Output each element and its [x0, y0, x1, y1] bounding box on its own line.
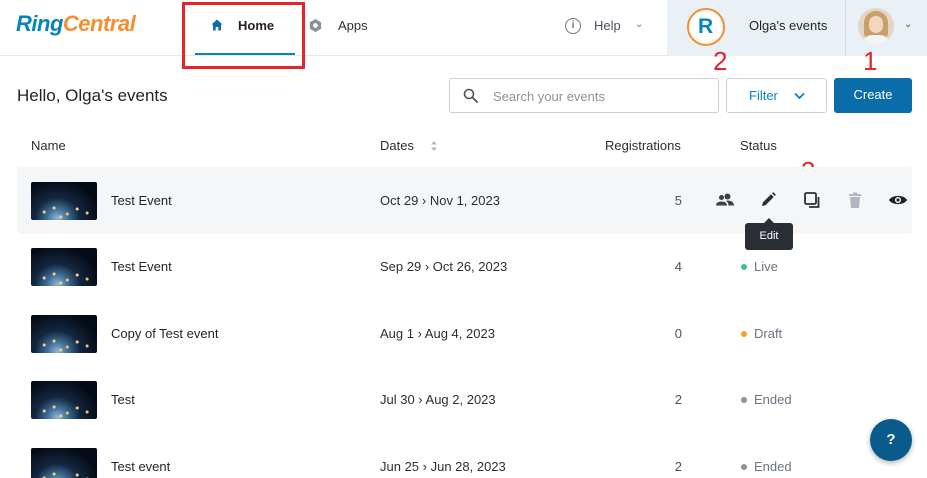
- user-avatar[interactable]: [858, 8, 894, 44]
- sort-icon[interactable]: [430, 140, 438, 152]
- event-registrations: 2: [674, 392, 682, 407]
- nav-tab-apps-label: Apps: [338, 18, 368, 33]
- eye-icon[interactable]: [888, 190, 908, 210]
- nav-tab-apps[interactable]: Apps: [308, 0, 388, 56]
- help-button-label: ?: [886, 431, 896, 448]
- ringcentral-r-logo-icon: R: [687, 8, 725, 46]
- event-thumbnail: [31, 248, 97, 286]
- create-label: Create: [853, 87, 893, 102]
- annotation-number-1: 1: [863, 46, 878, 76]
- status-badge: Draft: [741, 326, 782, 341]
- event-name[interactable]: Test event: [111, 459, 170, 474]
- status-dot: [741, 396, 747, 403]
- status-dot: [741, 263, 747, 270]
- search-icon: [463, 88, 478, 103]
- help-button[interactable]: ?: [870, 419, 912, 461]
- event-name[interactable]: Test Event: [111, 193, 172, 208]
- event-name[interactable]: Test: [111, 392, 135, 407]
- event-dates: Jun 25 › Jun 28, 2023: [380, 459, 506, 474]
- logo-part-ring: Ring: [16, 11, 63, 36]
- chevron-down-icon: [794, 92, 805, 100]
- status-text: Draft: [754, 326, 783, 341]
- table-row[interactable]: Test Event Sep 29 › Oct 26, 2023 4 Live: [17, 233, 912, 300]
- filter-label: Filter: [749, 88, 778, 103]
- annotation-highlight-box: [182, 2, 305, 69]
- table-row[interactable]: Test event Jun 25 › Jun 28, 2023 2 Ended: [17, 433, 912, 478]
- event-thumbnail: [31, 381, 97, 419]
- event-registrations: 0: [674, 326, 682, 341]
- event-name[interactable]: Test Event: [111, 259, 172, 274]
- people-icon[interactable]: [715, 190, 735, 210]
- event-dates: Oct 29 › Nov 1, 2023: [380, 193, 500, 208]
- copy-icon[interactable]: [802, 190, 822, 210]
- logo-part-central: Central: [62, 11, 136, 36]
- status-badge: Ended: [741, 392, 792, 407]
- annotation-number-2: 2: [713, 46, 728, 76]
- status-dot: [741, 330, 747, 337]
- help-menu[interactable]: i Help ⌄: [565, 0, 655, 56]
- trash-icon[interactable]: [845, 190, 865, 210]
- event-registrations: 5: [674, 193, 682, 208]
- status-text: Live: [754, 259, 778, 274]
- help-label: Help: [594, 18, 621, 33]
- search-input[interactable]: [493, 87, 708, 105]
- apps-icon: [309, 18, 322, 33]
- column-header-registrations[interactable]: Registrations: [605, 138, 681, 153]
- event-registrations: 4: [674, 259, 682, 274]
- status-badge: Ended: [741, 459, 792, 474]
- column-header-status[interactable]: Status: [740, 138, 777, 153]
- chevron-down-icon: ⌄: [635, 19, 644, 30]
- info-icon: i: [565, 18, 581, 34]
- status-text: Ended: [754, 392, 792, 407]
- search-box[interactable]: [449, 78, 719, 113]
- column-header-name[interactable]: Name: [31, 138, 66, 153]
- event-thumbnail: [31, 315, 97, 353]
- event-dates: Aug 1 › Aug 4, 2023: [380, 326, 495, 341]
- account-name: Olga's events: [749, 18, 828, 33]
- ringcentral-logo[interactable]: RingCentral: [16, 11, 136, 37]
- event-dates: Sep 29 › Oct 26, 2023: [380, 259, 508, 274]
- filter-button[interactable]: Filter: [726, 78, 827, 113]
- event-dates: Jul 30 › Aug 2, 2023: [380, 392, 496, 407]
- table-row[interactable]: Copy of Test event Aug 1 › Aug 4, 2023 0…: [17, 300, 912, 367]
- status-badge: Live: [741, 259, 778, 274]
- event-registrations: 2: [674, 459, 682, 474]
- event-name[interactable]: Copy of Test event: [111, 326, 218, 341]
- top-bar: RingCentral Home Apps i Help ⌄ R Olga's …: [0, 0, 927, 56]
- account-switcher[interactable]: R Olga's events ⌄: [667, 0, 927, 56]
- table-row[interactable]: Test Jul 30 › Aug 2, 2023 2 Ended: [17, 366, 912, 433]
- event-thumbnail: [31, 182, 97, 220]
- page-greeting: Hello, Olga's events: [17, 86, 168, 105]
- pencil-icon[interactable]: [758, 190, 778, 210]
- create-button[interactable]: Create: [834, 78, 912, 113]
- event-thumbnail: [31, 448, 97, 478]
- status-text: Ended: [754, 459, 792, 474]
- account-divider: [845, 0, 846, 56]
- column-header-dates[interactable]: Dates: [380, 138, 414, 153]
- status-dot: [741, 463, 747, 470]
- chevron-down-icon[interactable]: ⌄: [904, 19, 912, 30]
